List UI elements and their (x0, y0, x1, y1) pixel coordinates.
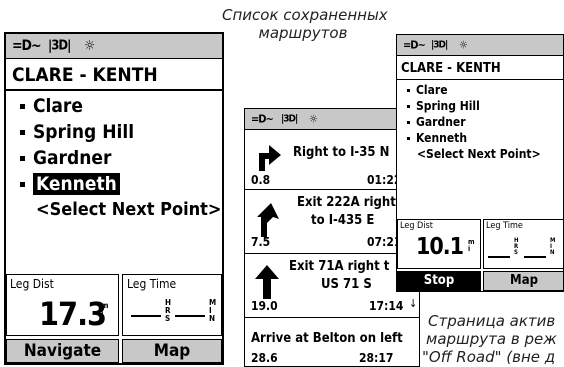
scroll-down-arrow-icon[interactable]: ↓ (409, 297, 417, 310)
route-point-label: Gardner (33, 147, 112, 169)
step-distance: 0.8 (251, 173, 271, 187)
route-list-screen-large: =D~ |3D| ☼ CLARE - KENTH Clare Spring Hi… (4, 32, 224, 365)
stop-button[interactable]: Stop (397, 271, 481, 291)
route-point-label: Clare (33, 95, 83, 117)
leg-time-hrs-unit: HRS (165, 298, 172, 323)
leg-time-field: Leg Time HRS MIN (483, 219, 563, 269)
bullet-icon (20, 104, 25, 109)
bullet-icon (20, 130, 25, 135)
route-point-spring-hill[interactable]: Spring Hill (407, 99, 480, 114)
route-point-label: Gardner (416, 115, 466, 129)
step-distance: 7.5 (251, 235, 271, 249)
bullet-icon (407, 121, 410, 124)
map-button[interactable]: Map (122, 339, 222, 363)
leg-time-mins-blank (175, 315, 205, 317)
step-instruction: Arrive at Belton on left (251, 331, 403, 346)
step-instruction-line-2: US 71 S (321, 277, 372, 292)
route-point-label: Clare (416, 83, 448, 97)
step-instruction-line-2: to I-435 E (311, 213, 375, 228)
route-step-4[interactable]: Arrive at Belton on left 28.6 28:17 (245, 319, 419, 366)
step-instruction: Right to I-35 N (293, 145, 390, 160)
select-next-point[interactable]: <Select Next Point> (417, 147, 541, 162)
backlight-icon: ☼ (84, 38, 95, 54)
leg-time-hours-blank (131, 315, 161, 317)
satellite-signal-icon: =D~ (251, 112, 274, 126)
route-point-clare[interactable]: Clare (407, 83, 448, 98)
turn-right-arrow-icon (259, 145, 281, 171)
route-point-label-selected: Kenneth (33, 173, 120, 195)
leg-time-field: Leg Time HRS MIN (122, 274, 222, 336)
leg-time-hrs-unit: HRS (514, 237, 519, 256)
route-step-3[interactable]: Exit 71A right t US 71 S 19.0 17:14 ↓ (245, 255, 419, 318)
route-list-screen-small: =D~ |3D| ☼ CLARE - KENTH Clare Spring Hi… (396, 34, 564, 292)
caption-active-line-1: Страница актив (428, 312, 556, 330)
step-distance: 19.0 (251, 299, 278, 313)
route-point-kenneth[interactable]: Kenneth (20, 172, 120, 196)
route-title: CLARE - KENTH (6, 62, 222, 91)
route-point-kenneth[interactable]: Kenneth (407, 131, 467, 146)
step-distance: 28.6 (251, 351, 278, 365)
route-point-spring-hill[interactable]: Spring Hill (20, 120, 134, 144)
route-point-label: Spring Hill (416, 99, 480, 113)
leg-dist-label: Leg Dist (10, 277, 54, 291)
leg-time-min-unit: MIN (550, 237, 556, 256)
route-point-gardner[interactable]: Gardner (407, 115, 466, 130)
satellite-signal-icon: =D~ (12, 38, 42, 54)
bullet-icon (20, 182, 25, 187)
bear-right-arrow-icon (257, 203, 279, 237)
navigate-button[interactable]: Navigate (6, 339, 119, 363)
active-route-screen: =D~ |3D| ☼ Right to I-35 N 0.8 01:22 Exi… (244, 108, 420, 367)
leg-time-min-unit: MIN (209, 298, 217, 323)
route-title: CLARE - KENTH (397, 59, 563, 80)
leg-time-label: Leg Time (486, 221, 523, 231)
backlight-icon: ☼ (309, 112, 318, 126)
bullet-icon (20, 156, 25, 161)
caption-route-list: Список сохраненных маршрутов (222, 6, 388, 42)
route-point-gardner[interactable]: Gardner (20, 146, 111, 170)
status-bar: =D~ |3D| ☼ (245, 109, 419, 130)
route-point-label: Kenneth (416, 131, 468, 145)
leg-dist-value: 10.1 (416, 234, 464, 260)
route-step-1[interactable]: Right to I-35 N 0.8 01:22 (245, 131, 419, 190)
route-point-label: Spring Hill (33, 121, 135, 143)
3d-fix-icon: |3D| (431, 39, 448, 51)
leg-time-mins-blank (524, 256, 546, 258)
3d-fix-icon: |3D| (281, 113, 298, 125)
select-next-point[interactable]: <Select Next Point> (36, 198, 221, 222)
backlight-icon: ☼ (459, 38, 468, 52)
caption-line-2: маршрутов (258, 24, 348, 42)
leg-dist-field: Leg Dist 17.3 mi (6, 274, 119, 336)
route-step-2[interactable]: Exit 222A right to I-435 E 7.5 07:21 (245, 191, 419, 254)
bullet-icon (407, 137, 410, 140)
caption-line-1: Список сохраненных (222, 6, 388, 24)
caption-active-line-2: маршрута в реж (426, 330, 557, 348)
leg-dist-label: Leg Dist (400, 221, 433, 231)
status-bar: =D~ |3D| ☼ (397, 35, 563, 56)
leg-time-label: Leg Time (127, 277, 177, 291)
leg-dist-field: Leg Dist 10.1 mi (397, 219, 481, 269)
3d-fix-icon: |3D| (48, 38, 71, 54)
route-point-clare[interactable]: Clare (20, 94, 83, 118)
status-bar: =D~ |3D| ☼ (6, 34, 222, 59)
leg-dist-unit: mi (468, 238, 475, 253)
map-button[interactable]: Map (483, 271, 563, 291)
leg-time-hours-blank (488, 256, 510, 258)
bullet-icon (407, 105, 410, 108)
step-time: 17:14 (369, 299, 404, 313)
step-instruction-line-1: Exit 222A right (297, 195, 396, 210)
bullet-icon (407, 89, 410, 92)
straight-arrow-icon (255, 265, 279, 299)
step-instruction-line-1: Exit 71A right t (289, 259, 390, 274)
step-time: 28:17 (359, 351, 394, 365)
leg-dist-unit: mi (101, 301, 109, 318)
satellite-signal-icon: =D~ (403, 38, 426, 52)
leg-dist-value: 17.3 (39, 295, 107, 333)
caption-active-line-3: "Off Road" (вне д (422, 348, 556, 366)
caption-active-route: Страница актив маршрута в реж "Off Road"… (422, 312, 557, 366)
